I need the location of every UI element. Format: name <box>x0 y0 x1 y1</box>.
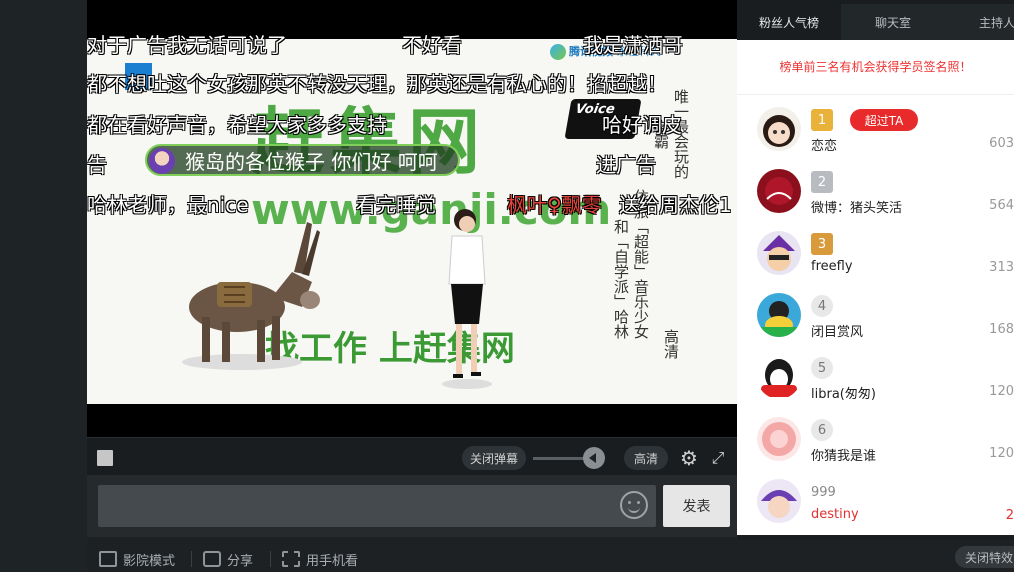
fan-score: 120 <box>989 446 1014 461</box>
fan-score: 2 <box>1005 508 1014 523</box>
danmaku-line: 告 <box>87 153 107 177</box>
vip-danmaku-pill: 猴岛的各位猴子 你们好 呵呵 <box>145 144 460 176</box>
fan-row[interactable]: 2 微博：猪头笑活 564 <box>737 165 1014 227</box>
volume-icon[interactable] <box>582 447 605 469</box>
tencent-logo-icon <box>550 44 566 60</box>
fan-row[interactable]: 3 freefly 313 <box>737 227 1014 289</box>
rank-badge: 5 <box>811 357 833 379</box>
cinema-mode-label: 影院模式 <box>123 553 176 569</box>
close-effects-button[interactable]: 关闭特效 <box>955 546 1014 568</box>
mobile-watch-label: 用手机看 <box>306 553 359 569</box>
avatar <box>757 417 801 461</box>
bottom-toolbar: 影院模式 分享 用手机看 <box>87 541 737 572</box>
rank-badge: 999 <box>811 484 836 500</box>
settings-gear-icon[interactable]: ⚙ <box>678 447 700 469</box>
fullscreen-icon[interactable]: ⤢ <box>707 447 729 469</box>
fan-score: 168 <box>989 322 1014 337</box>
danmaku-line: 枫叶♀飘零 <box>507 193 602 217</box>
danmaku-line: 看完睡觉 <box>356 193 436 217</box>
fan-score: 603 <box>989 136 1014 151</box>
gold-medal-icon: 1 <box>811 109 833 131</box>
fan-name: 恋恋 <box>811 139 838 154</box>
fan-name: 闭目赏风 <box>811 325 864 340</box>
qrcode-icon <box>282 551 300 567</box>
bronze-medal-icon: 3 <box>811 233 833 255</box>
rank-badge: 4 <box>811 295 833 317</box>
exceed-button[interactable]: 超过TA <box>850 109 918 131</box>
pill-message: 猴岛的各位猴子 你们好 呵呵 <box>185 149 438 174</box>
cinema-mode-button[interactable]: 影院模式 <box>99 549 175 569</box>
fan-row[interactable]: 1 超过TA 恋恋 603 <box>737 103 1014 165</box>
danmaku-line: 进广告 <box>596 153 656 177</box>
fan-name: freefly <box>811 259 853 274</box>
cinema-icon <box>99 551 117 567</box>
fan-score: 120 <box>989 384 1014 399</box>
avatar <box>757 479 801 523</box>
divider <box>191 551 192 567</box>
danmaku-line: 哈好调皮 <box>602 113 682 137</box>
vertical-caption-5: 高清 <box>662 329 680 359</box>
share-icon <box>203 551 221 567</box>
fan-name: 微博：猪头笑活 <box>811 201 903 216</box>
donkey-illustration <box>182 222 320 370</box>
rank-badge: 6 <box>811 419 833 441</box>
ranking-notice: 榜单前三名有机会获得学员签名照！ <box>779 60 972 74</box>
fan-row[interactable]: 6 你猜我是谁 120 <box>737 413 1014 475</box>
tab-chatroom[interactable]: 聊天室 <box>841 4 945 40</box>
my-fan-row[interactable]: 999 destiny 2 <box>737 475 1014 537</box>
share-button[interactable]: 分享 <box>203 549 253 569</box>
fan-name: 你猜我是谁 <box>811 449 877 464</box>
danmaku-line: 都不想吐这个女孩那英不转没天理，那英还是有私心的！掐超越！ <box>87 72 667 96</box>
danmaku-line: 哈林老师，最nice <box>87 193 249 217</box>
fan-score: 313 <box>989 260 1014 275</box>
chat-input-row: 发表 <box>87 475 737 537</box>
danmaku-line: 送给周杰伦1 <box>619 193 732 217</box>
tab-fan-ranking[interactable]: 粉丝人气榜 <box>737 4 841 40</box>
quality-button[interactable]: 高清 <box>624 446 668 470</box>
tab-host[interactable]: 主持人 <box>945 4 1014 40</box>
emoji-icon[interactable] <box>620 491 648 519</box>
danmaku-line: 对于广告我无话可说了 <box>87 33 287 57</box>
woman-illustration <box>442 209 492 389</box>
fan-list: 榜单前三名有机会获得学员签名照！ 1 超过TA 恋恋 603 2 微博：猪头笑活… <box>737 40 1014 535</box>
fan-ranking-panel: 粉丝人气榜 聊天室 主持人 榜单前三名有机会获得学员签名照！ 1 超过TA 恋恋… <box>737 0 1014 540</box>
send-button[interactable]: 发表 <box>663 485 730 527</box>
avatar <box>757 355 801 399</box>
stop-button[interactable] <box>97 450 113 466</box>
close-danmaku-button[interactable]: 关闭弹幕 <box>462 446 526 470</box>
avatar <box>757 293 801 337</box>
fan-row[interactable]: 5 libra(匆匆) 120 <box>737 351 1014 413</box>
left-margin <box>0 0 87 572</box>
user-avatar <box>149 148 175 174</box>
avatar <box>757 169 801 213</box>
divider <box>270 551 271 567</box>
avatar <box>757 231 801 275</box>
video-player[interactable]: 赶集网 www.ganji.com 找工作 上赶集网 腾讯视频 永性科天 Voi… <box>87 0 737 437</box>
share-label: 分享 <box>227 553 254 569</box>
danmaku-line: 我是潇洒哥 <box>583 33 683 57</box>
fan-row[interactable]: 4 闭目赏风 168 <box>737 289 1014 351</box>
divider <box>737 94 1014 95</box>
player-control-bar: 关闭弹幕 高清 ⚙ ⤢ <box>87 437 737 475</box>
silver-medal-icon: 2 <box>811 171 833 193</box>
avatar <box>757 107 801 151</box>
fan-name: destiny <box>811 507 859 522</box>
fan-score: 564 <box>989 198 1014 213</box>
vertical-caption-4: 和「自学派」哈林 <box>612 219 630 339</box>
mobile-watch-button[interactable]: 用手机看 <box>282 549 358 569</box>
chat-input[interactable] <box>98 485 656 527</box>
danmaku-line: 都在看好声音，希望大家多多支持 <box>87 113 387 137</box>
app-root: 赶集网 www.ganji.com 找工作 上赶集网 腾讯视频 永性科天 Voi… <box>0 0 1014 572</box>
danmaku-line: 不好看 <box>402 33 462 57</box>
panel-tabs: 粉丝人气榜 聊天室 主持人 <box>737 4 1014 40</box>
fan-name: libra(匆匆) <box>811 387 876 402</box>
